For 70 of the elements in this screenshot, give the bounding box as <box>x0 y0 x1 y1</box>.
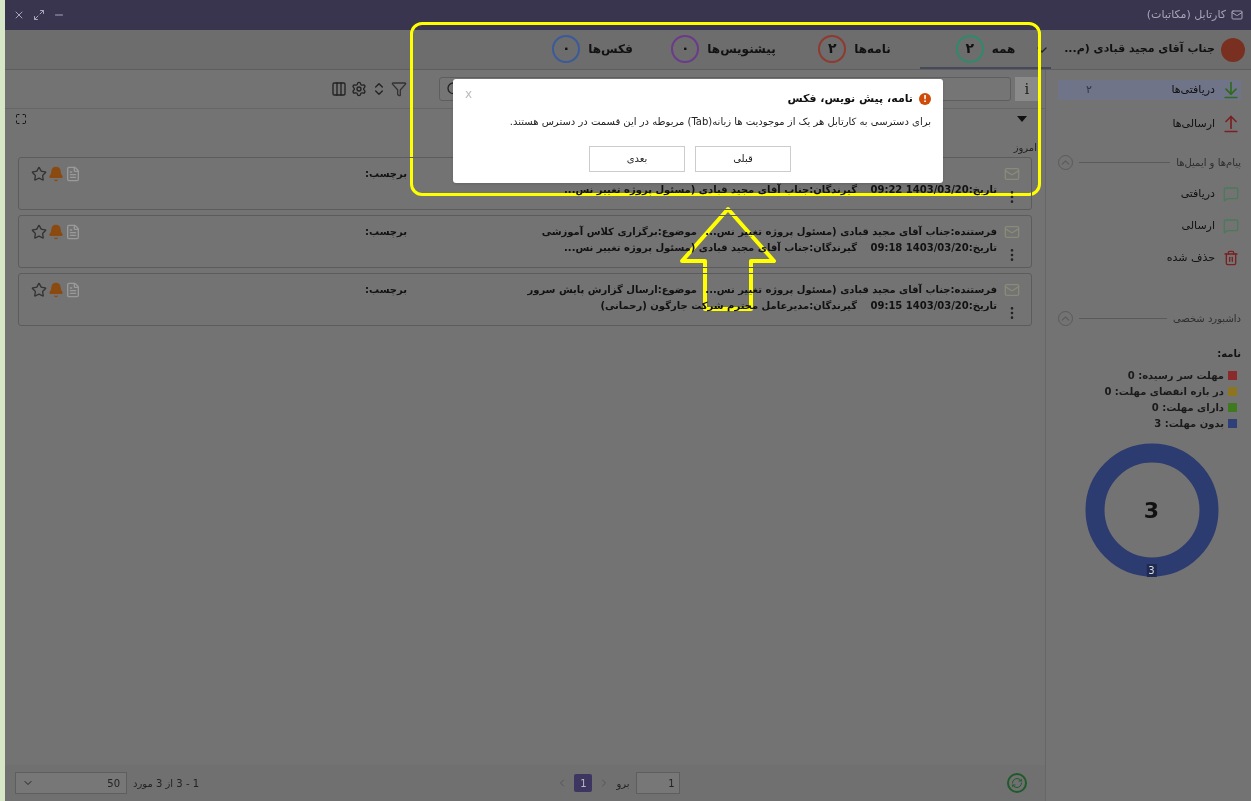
summary-text: 1 - 3 از 3 مورد <box>133 776 200 791</box>
tab[interactable]: نامه‌ها ۲ <box>789 30 920 69</box>
document-icon[interactable] <box>65 282 81 298</box>
subject-text: موضوع:ارسال گزارش پایش سرور <box>527 284 697 295</box>
bell-icon[interactable] <box>48 224 64 240</box>
window-title: کارتابل (مکاتبات) <box>1146 6 1226 23</box>
go-input[interactable]: 1 <box>635 772 680 794</box>
count-badge: ۲ <box>955 34 984 63</box>
nav-button[interactable]: بعدی <box>589 145 685 172</box>
tab[interactable]: پیشنویس‌ها ۰ <box>658 30 789 69</box>
filter-icon[interactable] <box>391 81 407 97</box>
section-title: داشبورد شخصی <box>1172 311 1241 326</box>
legend-label: مهلت سر رسیده: 0 <box>1127 368 1224 383</box>
refresh-icon[interactable] <box>1007 773 1027 793</box>
legend-label: در بازه انقضای مهلت: 0 <box>1104 384 1224 399</box>
expand-icon[interactable] <box>15 112 27 125</box>
sidebar-item[interactable]: دریافتی <box>1058 184 1241 204</box>
columns-icon[interactable] <box>331 81 347 97</box>
section-title: پیام‌ها و ایمیل‌ها <box>1176 155 1241 170</box>
date-text: تاریخ:1403/03/20 09:18 <box>870 242 997 253</box>
sidebar-item[interactable]: ارسالی <box>1058 216 1241 236</box>
trash-icon <box>1223 250 1239 266</box>
sidebar-item[interactable]: دریافتی‌ها ۲ <box>1058 80 1241 100</box>
label-text: برچسب: <box>365 168 407 179</box>
download-icon <box>1221 80 1241 100</box>
legend-label: بدون مهلت: 3 <box>1154 416 1224 431</box>
legend-title: نامه: <box>1216 347 1241 361</box>
user-name[interactable]: جناب آقای مجید قبادی (م... <box>1064 41 1215 58</box>
document-icon[interactable] <box>65 224 81 240</box>
sidebar-item[interactable]: حذف شده <box>1058 248 1241 268</box>
star-icon[interactable] <box>31 282 47 298</box>
message-icon <box>1223 186 1239 202</box>
count-text: ۲ <box>1086 81 1092 98</box>
legend-label: دارای مهلت: 0 <box>1151 400 1224 415</box>
info-button[interactable]: i <box>1015 77 1039 101</box>
popup-message: برای دسترسی به کارتابل هر یک از موجودیت ها زبانه(Tab) مربوطه در این قسمت در دسترس هستند. <box>508 114 931 129</box>
slice-label: 3 <box>1146 564 1157 577</box>
count-badge: ۲ <box>818 34 847 63</box>
close-icon[interactable] <box>13 9 25 21</box>
avatar[interactable] <box>1221 37 1245 62</box>
upload-icon <box>1221 114 1241 134</box>
count-badge: ۰ <box>671 34 700 63</box>
tab[interactable]: همه ۲ <box>920 30 1051 69</box>
settings-icon[interactable] <box>351 81 367 97</box>
bell-icon[interactable] <box>48 282 64 298</box>
star-icon[interactable] <box>31 166 47 182</box>
count-badge: ۰ <box>552 34 581 63</box>
date-text: تاریخ:1403/03/20 09:15 <box>870 300 997 311</box>
date-text: تاریخ:1403/03/20 09:22 <box>870 184 997 195</box>
message-icon <box>1223 218 1239 234</box>
recipients-text: گیرندگان:جناب آقای مجید قبادی (مسئول پروژه تغییر نس... <box>564 184 857 195</box>
label-text: برچسب: <box>365 226 407 237</box>
alert-icon: ! <box>919 93 931 106</box>
dropdown-triangle-icon[interactable] <box>1017 115 1027 122</box>
tab[interactable]: فکس‌ها ۰ <box>527 30 658 69</box>
donut-total: 3 <box>1143 496 1160 525</box>
maximize-icon[interactable] <box>33 9 45 21</box>
label-text: برچسب: <box>365 284 407 295</box>
group-label: امروز <box>1012 141 1038 154</box>
window-icon <box>1231 9 1243 21</box>
document-icon[interactable] <box>65 166 81 182</box>
popup-title: نامه، پیش نویس، فکس <box>787 91 913 107</box>
bell-icon[interactable] <box>48 166 64 182</box>
sidebar-item[interactable]: ارسالی‌ها <box>1058 114 1241 134</box>
go-label: برو <box>616 776 630 791</box>
nav-button[interactable]: قبلی <box>695 145 791 172</box>
subject-text: موضوع:برگزاری کلاس آموزشی <box>541 226 697 237</box>
page-size-select[interactable]: 50 <box>15 772 127 794</box>
page-button[interactable]: 1 <box>574 774 593 792</box>
star-icon[interactable] <box>31 224 47 240</box>
